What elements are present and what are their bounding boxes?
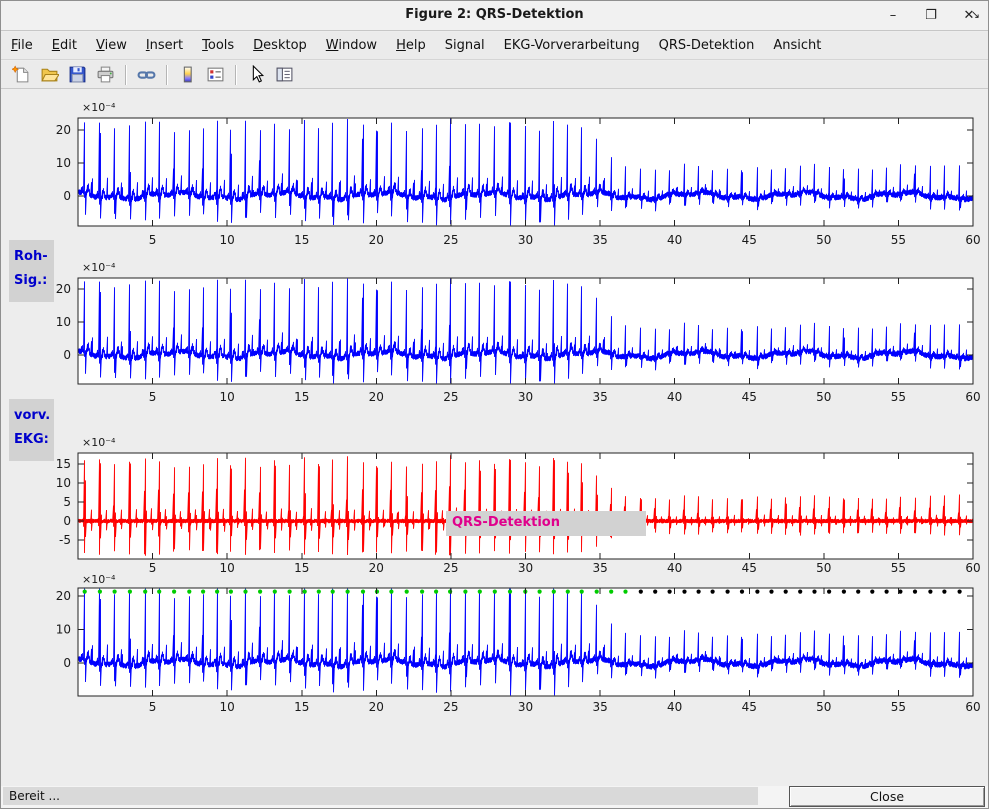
preprocessed-ecg-label-line2: EKG: xyxy=(14,428,54,452)
svg-text:-5: -5 xyxy=(59,533,71,547)
svg-text:15: 15 xyxy=(294,561,309,575)
svg-text:35: 35 xyxy=(592,700,607,714)
svg-text:60: 60 xyxy=(965,700,980,714)
figure-window: Figure 2: QRS-Detektion – ❐ ✕ FileEditVi… xyxy=(0,0,989,809)
svg-text:5: 5 xyxy=(149,233,157,247)
svg-text:0: 0 xyxy=(63,656,71,670)
svg-text:15: 15 xyxy=(294,700,309,714)
svg-text:5: 5 xyxy=(63,495,71,509)
svg-text:10: 10 xyxy=(56,156,71,170)
preprocessed-ecg-label-line1: vorv. xyxy=(14,404,54,428)
svg-text:30: 30 xyxy=(518,233,533,247)
svg-text:55: 55 xyxy=(891,561,906,575)
svg-text:55: 55 xyxy=(891,390,906,404)
svg-text:50: 50 xyxy=(816,561,831,575)
svg-text:25: 25 xyxy=(443,700,458,714)
svg-text:55: 55 xyxy=(891,233,906,247)
svg-text:5: 5 xyxy=(149,700,157,714)
svg-text:40: 40 xyxy=(667,233,682,247)
svg-text:20: 20 xyxy=(56,123,71,137)
plot-vorv: 5 10 15 20 25 30 35 40 45 50 55 60 0 10 20 ×10⁻⁴ xyxy=(56,261,981,404)
svg-text:×10⁻⁴: ×10⁻⁴ xyxy=(82,261,116,274)
svg-text:45: 45 xyxy=(742,233,757,247)
svg-text:×10⁻⁴: ×10⁻⁴ xyxy=(82,101,116,114)
svg-text:5: 5 xyxy=(149,390,157,404)
svg-text:10: 10 xyxy=(56,315,71,329)
svg-text:15: 15 xyxy=(56,457,71,471)
svg-text:×10⁻⁴: ×10⁻⁴ xyxy=(82,573,116,586)
svg-text:45: 45 xyxy=(742,700,757,714)
svg-text:15: 15 xyxy=(294,390,309,404)
raw-signal-label-line2: Sig.: xyxy=(14,269,54,293)
plots-svg: 5101520253035404550556001020×10⁻⁴5101520… xyxy=(1,1,989,809)
svg-text:10: 10 xyxy=(220,561,235,575)
status-message: Bereit ... xyxy=(3,787,758,805)
svg-text:20: 20 xyxy=(56,282,71,296)
statusbar: Bereit ... Close xyxy=(1,786,988,809)
svg-text:35: 35 xyxy=(592,390,607,404)
svg-text:40: 40 xyxy=(667,390,682,404)
svg-text:5: 5 xyxy=(149,561,157,575)
svg-text:×10⁻⁴: ×10⁻⁴ xyxy=(82,436,116,449)
svg-text:30: 30 xyxy=(518,700,533,714)
preprocessed-ecg-label: vorv. EKG: xyxy=(9,399,54,461)
raw-signal-label: Roh- Sig.: xyxy=(9,240,54,302)
svg-text:20: 20 xyxy=(56,589,71,603)
close-button[interactable]: Close xyxy=(789,786,985,807)
svg-text:35: 35 xyxy=(592,561,607,575)
raw-signal-label-line1: Roh- xyxy=(14,245,54,269)
svg-text:10: 10 xyxy=(56,623,71,637)
svg-text:20: 20 xyxy=(369,700,384,714)
svg-text:50: 50 xyxy=(816,700,831,714)
qrs-detektion-title-text: QRS-Detektion xyxy=(452,515,560,530)
svg-text:10: 10 xyxy=(56,476,71,490)
svg-text:20: 20 xyxy=(369,233,384,247)
svg-text:10: 10 xyxy=(220,233,235,247)
svg-text:55: 55 xyxy=(891,700,906,714)
svg-text:60: 60 xyxy=(965,561,980,575)
svg-text:10: 10 xyxy=(220,390,235,404)
svg-text:25: 25 xyxy=(443,233,458,247)
svg-text:45: 45 xyxy=(742,561,757,575)
svg-text:10: 10 xyxy=(220,700,235,714)
svg-text:25: 25 xyxy=(443,390,458,404)
svg-text:50: 50 xyxy=(816,233,831,247)
svg-text:20: 20 xyxy=(369,561,384,575)
svg-text:50: 50 xyxy=(816,390,831,404)
qrs-detektion-title: QRS-Detektion xyxy=(446,511,646,536)
plot-qrs: 5 10 15 20 25 30 35 40 45 50 55 60 -5 0 5 10 15 ×10⁻⁴ xyxy=(56,436,981,575)
svg-text:20: 20 xyxy=(369,390,384,404)
svg-text:0: 0 xyxy=(63,189,71,203)
svg-text:30: 30 xyxy=(518,390,533,404)
figure-canvas: 5101520253035404550556001020×10⁻⁴5101520… xyxy=(1,90,989,786)
svg-text:45: 45 xyxy=(742,390,757,404)
plot-roh: 5 10 15 20 25 30 35 40 45 50 55 60 0 10 20 ×10⁻⁴ xyxy=(56,101,981,247)
svg-text:35: 35 xyxy=(592,233,607,247)
svg-text:40: 40 xyxy=(667,700,682,714)
svg-text:40: 40 xyxy=(667,561,682,575)
svg-text:0: 0 xyxy=(63,514,71,528)
svg-text:15: 15 xyxy=(294,233,309,247)
plot-detekt: 5 10 15 20 25 30 35 40 45 50 55 60 0 10 20 ×10⁻⁴ xyxy=(56,573,981,714)
svg-text:25: 25 xyxy=(443,561,458,575)
svg-text:0: 0 xyxy=(63,348,71,362)
svg-text:30: 30 xyxy=(518,561,533,575)
svg-text:60: 60 xyxy=(965,390,980,404)
svg-text:60: 60 xyxy=(965,233,980,247)
